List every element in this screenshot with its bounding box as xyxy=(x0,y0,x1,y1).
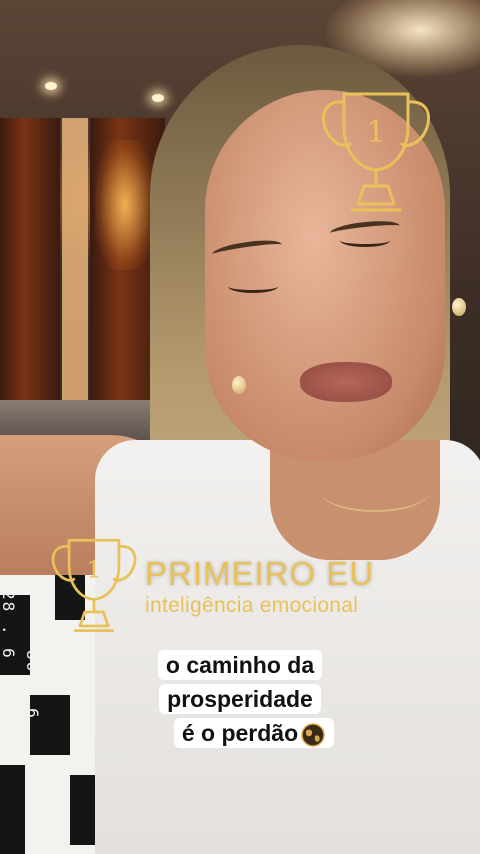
wall-panel xyxy=(0,118,60,408)
ceiling-light xyxy=(45,82,57,90)
brand-lockup: PRIMEIRO EU inteligência emocional xyxy=(145,556,374,618)
lips xyxy=(300,362,392,402)
earring xyxy=(232,376,246,394)
globe-icon xyxy=(300,722,326,748)
trophy-icon: 1 xyxy=(321,92,431,212)
caption-overlay: o caminho da prosperidade é o perdão xyxy=(0,648,480,750)
caption-line-text: é o perdão xyxy=(181,720,299,746)
wall-panel-stripe xyxy=(62,118,88,408)
left-eye xyxy=(228,280,278,293)
right-eye xyxy=(340,234,390,247)
caption-line: o caminho da xyxy=(157,650,323,680)
caption-line: é o perdão xyxy=(173,718,335,748)
sleeve-pattern-block xyxy=(0,765,25,854)
ceiling-light xyxy=(152,94,164,102)
trophy-sticker-top: 1 xyxy=(318,86,434,222)
brand-title: PRIMEIRO EU xyxy=(145,555,375,592)
necklace xyxy=(320,470,430,512)
caption-line: prosperidade xyxy=(159,684,321,714)
trophy-icon: 1 xyxy=(51,538,137,633)
brand-subtitle: inteligência emocional xyxy=(145,594,359,617)
trophy-sticker-brand: 1 xyxy=(48,534,140,640)
earring xyxy=(452,298,466,316)
trophy-number: 1 xyxy=(87,556,102,584)
trophy-number: 1 xyxy=(366,115,385,150)
lamp-glow xyxy=(95,140,155,270)
